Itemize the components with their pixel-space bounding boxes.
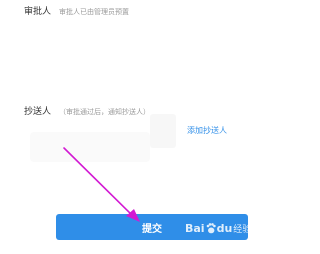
watermark-brand-right: du	[216, 222, 233, 235]
approver-label: 审批人	[24, 7, 52, 17]
watermark-text: 经验	[233, 225, 252, 235]
cc-row: 抄送人 （审批通过后，通知抄送人）	[24, 104, 150, 117]
watermark-brand-left: Bai	[185, 222, 205, 235]
add-cc-link[interactable]: 添加抄送人	[187, 125, 227, 136]
cc-hint: （审批通过后，通知抄送人）	[59, 108, 151, 116]
blurred-region	[30, 132, 150, 162]
approval-form-page: 审批人 审批人已由管理员预置 抄送人 （审批通过后，通知抄送人） 添加抄送人 提…	[0, 0, 257, 254]
approver-row: 审批人 审批人已由管理员预置	[24, 4, 129, 17]
submit-label: 提交	[142, 224, 162, 235]
cc-label: 抄送人	[24, 107, 52, 117]
baidu-jingyan-watermark: Bai du 经验	[185, 222, 251, 235]
approver-hint: 审批人已由管理员预置	[59, 8, 130, 16]
baidu-paw-icon	[206, 223, 216, 234]
blurred-region	[150, 114, 176, 148]
